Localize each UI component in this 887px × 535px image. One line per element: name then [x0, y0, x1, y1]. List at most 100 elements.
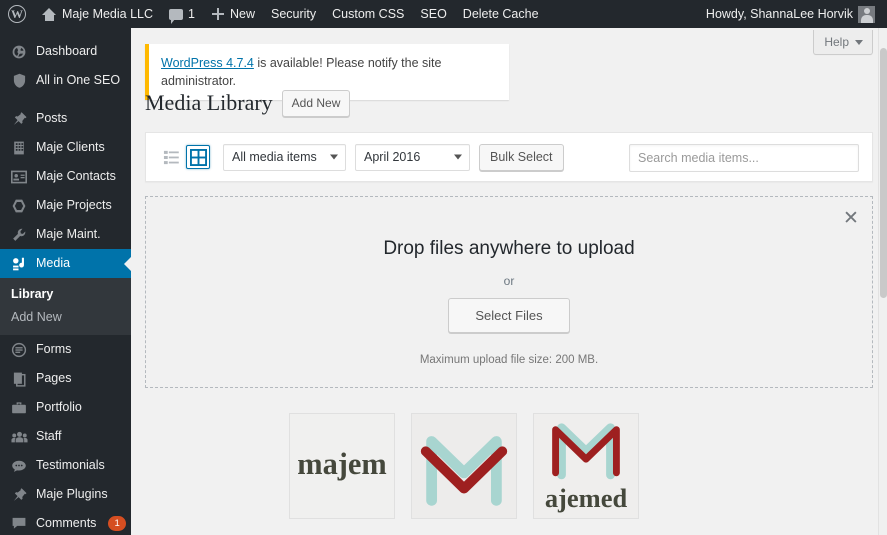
dropzone-title: Drop files anywhere to upload — [383, 238, 635, 259]
svg-text:majem: majem — [297, 447, 386, 481]
sidebar-item-maje-contacts[interactable]: Maje Contacts — [0, 162, 131, 191]
scrollbar-thumb[interactable] — [880, 48, 887, 298]
majemedia-wordmark-thumbnail: majem — [290, 414, 394, 518]
sidebar-item-forms[interactable]: Forms — [0, 335, 131, 364]
media-filter-wrap: All media items — [223, 143, 346, 171]
menu-spacer — [0, 28, 131, 37]
sidebar-item-maje-clients[interactable]: Maje Clients — [0, 133, 131, 162]
attachments-grid: majem ajemed — [289, 413, 639, 519]
building-icon — [10, 139, 28, 157]
adminbar-item-custom-css[interactable]: Custom CSS — [324, 0, 412, 28]
adminbar-item-label: Security — [270, 7, 317, 21]
bulk-select-button[interactable]: Bulk Select — [479, 143, 564, 171]
howdy-label: Howdy, ShannaLee Horvik — [705, 7, 853, 21]
page-title-row: Media Library Add New — [145, 90, 351, 117]
sidebar-item-maje-projects[interactable]: Maje Projects — [0, 191, 131, 220]
date-filter-wrap: April 2016 — [355, 143, 470, 171]
sidebar-item-dashboard[interactable]: Dashboard — [0, 37, 131, 66]
sidebar-item-label: Forms — [36, 342, 72, 357]
sidebar-item-label: Comments — [36, 516, 97, 531]
admin-bar: Maje Media LLC 1 New Security Custom CSS… — [0, 0, 887, 28]
sidebar-item-maje-plugins[interactable]: Maje Plugins — [0, 480, 131, 509]
grid-view-icon — [189, 148, 207, 166]
avatar-icon — [858, 5, 875, 23]
majemedia-logomark-thumbnail — [412, 414, 516, 518]
sidebar-item-label: Dashboard — [36, 44, 98, 59]
adminbar-item-label: Custom CSS — [332, 7, 405, 21]
list-view-button[interactable] — [159, 145, 183, 169]
sidebar-item-portfolio[interactable]: Portfolio — [0, 393, 131, 422]
site-name-label: Maje Media LLC — [62, 7, 154, 21]
users-icon — [10, 428, 28, 446]
view-switch — [159, 145, 210, 169]
new-content-menu[interactable]: New — [203, 0, 263, 28]
wordpress-logo-menu[interactable] — [0, 0, 34, 28]
admin-sidebar-menu: Dashboard All in One SEO Posts Maje Clie… — [0, 28, 131, 535]
portfolio-icon — [10, 197, 28, 215]
help-label: Help — [824, 35, 849, 49]
sidebar-item-testimonials[interactable]: Testimonials — [0, 451, 131, 480]
help-row: Help — [813, 30, 873, 55]
date-filter[interactable]: April 2016 — [355, 143, 470, 171]
adminbar-item-delete-cache[interactable]: Delete Cache — [455, 0, 547, 28]
sidebar-item-label: Maje Clients — [36, 140, 105, 155]
add-new-button[interactable]: Add New — [281, 90, 351, 117]
sidebar-item-staff[interactable]: Staff — [0, 422, 131, 451]
attachment-item[interactable]: ajemed — [533, 413, 639, 519]
media-icon — [10, 255, 28, 273]
id-card-icon — [10, 168, 28, 186]
comments-count: 1 — [188, 7, 195, 21]
adminbar-spacer — [547, 0, 698, 28]
sidebar-item-label: Portfolio — [36, 400, 82, 415]
adminbar-item-seo[interactable]: SEO — [412, 0, 454, 28]
majemedia-logo-full-thumbnail: ajemed — [534, 414, 638, 518]
sidebar-item-posts[interactable]: Posts — [0, 104, 131, 133]
media-submenu: Library Add New — [0, 278, 131, 335]
sidebar-item-comments[interactable]: Comments 1 — [0, 509, 131, 535]
comment-bubble-icon — [10, 515, 28, 533]
attachment-item[interactable] — [411, 413, 517, 519]
sidebar-item-all-in-one-seo[interactable]: All in One SEO — [0, 66, 131, 95]
pin-icon — [10, 110, 28, 128]
site-name-menu[interactable]: Maje Media LLC — [34, 0, 161, 28]
quote-bubble-icon — [10, 457, 28, 475]
adminbar-item-security[interactable]: Security — [263, 0, 324, 28]
list-view-icon — [163, 150, 179, 164]
media-type-filter[interactable]: All media items — [223, 143, 346, 171]
my-account-menu[interactable]: Howdy, ShannaLee Horvik — [698, 0, 887, 28]
adminbar-item-label: SEO — [420, 7, 447, 21]
max-upload-size-label: Maximum upload file size: 200 MB. — [419, 354, 599, 366]
comments-count-badge: 1 — [108, 516, 126, 531]
media-toolbar: All media items April 2016 Bulk Select — [145, 132, 873, 182]
submenu-item-library[interactable]: Library — [0, 283, 131, 306]
new-content-label: New — [229, 7, 255, 21]
wrench-icon — [10, 226, 28, 244]
forms-icon — [10, 341, 28, 359]
page-scrollbar[interactable] — [878, 28, 887, 535]
sidebar-item-label: Maje Maint. — [36, 227, 101, 242]
pin-icon — [10, 486, 28, 504]
help-button[interactable]: Help — [813, 30, 873, 55]
sidebar-item-label: Staff — [36, 429, 62, 444]
adminbar-item-label: Delete Cache — [462, 7, 539, 21]
main-content: Help WordPress 4.7.4 is available! Pleas… — [131, 28, 887, 535]
sidebar-item-media[interactable]: Media — [0, 249, 131, 278]
chevron-down-icon — [855, 39, 863, 45]
grid-view-button[interactable] — [186, 145, 210, 169]
search-input[interactable] — [629, 144, 859, 172]
upload-dropzone[interactable]: ✕ Drop files anywhere to upload or Selec… — [145, 196, 873, 388]
home-icon — [42, 7, 57, 21]
sidebar-item-label: Maje Contacts — [36, 169, 116, 184]
comments-menu[interactable]: 1 — [161, 0, 203, 28]
briefcase-icon — [10, 399, 28, 417]
svg-text:ajemed: ajemed — [545, 483, 628, 513]
wordpress-update-link[interactable]: WordPress 4.7.4 — [161, 56, 254, 70]
sidebar-item-label: Maje Projects — [36, 198, 112, 213]
sidebar-item-pages[interactable]: Pages — [0, 364, 131, 393]
attachment-item[interactable]: majem — [289, 413, 395, 519]
select-files-button[interactable]: Select Files — [448, 298, 570, 333]
wordpress-logo-icon — [8, 5, 26, 23]
submenu-item-add-new[interactable]: Add New — [0, 306, 131, 329]
sidebar-item-label: Media — [36, 256, 71, 271]
sidebar-item-maje-maint[interactable]: Maje Maint. — [0, 220, 131, 249]
